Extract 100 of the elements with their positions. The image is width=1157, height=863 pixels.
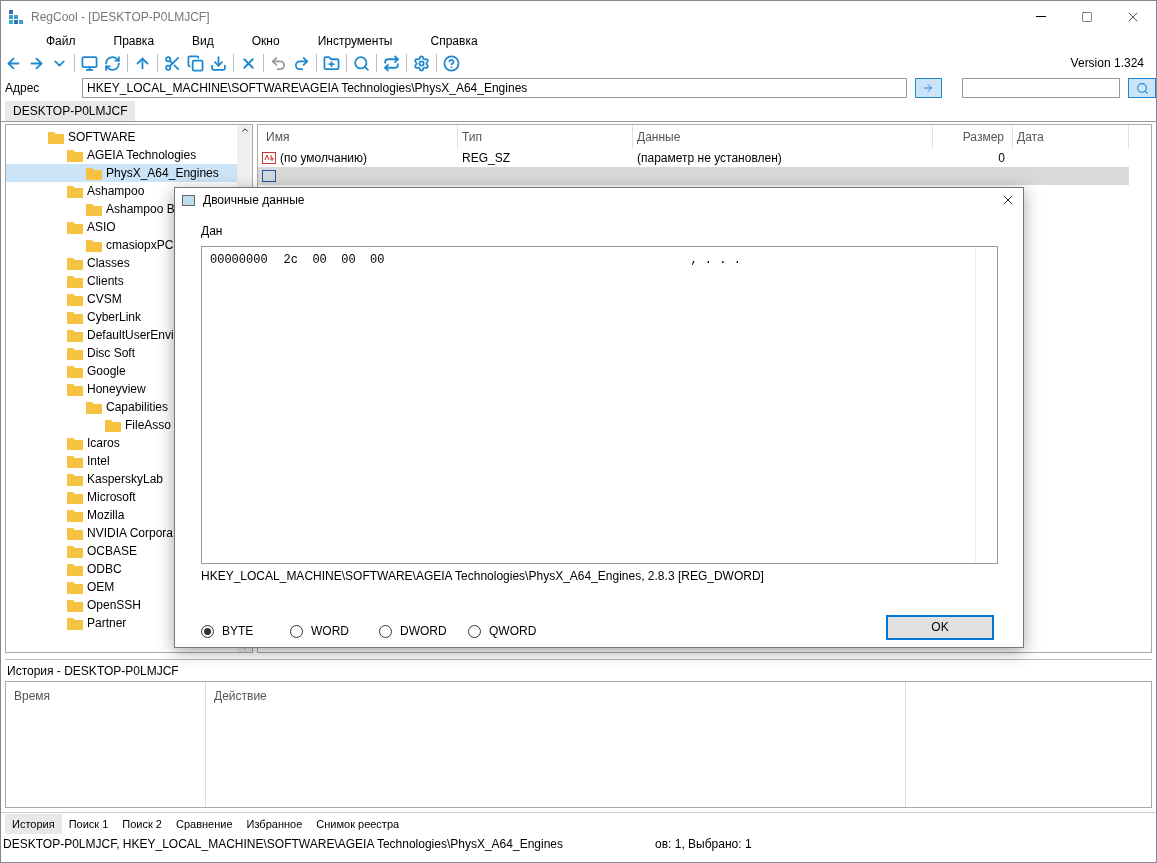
- bottom-tab[interactable]: Поиск 1: [61, 814, 116, 834]
- search-icon[interactable]: [353, 54, 370, 72]
- folder-icon: [67, 220, 83, 234]
- menu-item[interactable]: Вид: [192, 32, 214, 50]
- tree-item[interactable]: PhysX_A64_Engines: [6, 164, 237, 182]
- folder-icon: [67, 472, 83, 486]
- value-data: (параметр не установлен): [636, 150, 783, 167]
- computer-tab[interactable]: DESKTOP-P0LMJCF: [5, 101, 136, 121]
- menu-item[interactable]: Инструменты: [317, 32, 393, 50]
- ascii-text: , . . .: [690, 252, 741, 269]
- folder-icon: [86, 202, 102, 216]
- menu-item[interactable]: Правка: [113, 32, 155, 50]
- settings-icon[interactable]: [413, 54, 430, 72]
- sync-arrows-icon[interactable]: [383, 54, 400, 72]
- folder-icon: [67, 364, 83, 378]
- window-title: RegCool - [DESKTOP-P0LMJCF]: [31, 8, 210, 26]
- search-button[interactable]: [1128, 78, 1156, 98]
- folder-icon: [67, 454, 83, 468]
- status-path: DESKTOP-P0LMJCF, HKEY_LOCAL_MACHINE\SOFTWARE\AGEIA Technologies\PhysX_A64_Engines: [3, 836, 563, 853]
- column-header[interactable]: Имя: [258, 125, 458, 149]
- folder-icon: [67, 598, 83, 612]
- tree-item[interactable]: Icaros: [6, 434, 237, 452]
- dialog-title: Двоичные данные: [203, 192, 305, 209]
- folder-icon: [67, 310, 83, 324]
- address-field[interactable]: HKEY_LOCAL_MACHINE\SOFTWARE\AGEIA Technologies\PhysX_A64_Engines: [82, 78, 907, 98]
- tree-item[interactable]: NVIDIA Corpora: [6, 524, 237, 542]
- value-row[interactable]: (по умолчанию) REG_SZ (параметр не установлен) 0: [258, 149, 1129, 167]
- binary-value-icon: [262, 170, 276, 182]
- value-path: HKEY_LOCAL_MACHINE\SOFTWARE\AGEIA Technologies\PhysX_A64_Engines, 2.8.3 [REG_DWORD]: [201, 568, 765, 585]
- radio-option[interactable]: WORD: [290, 622, 379, 640]
- folder-icon: [86, 400, 102, 414]
- maximize-icon: [1081, 10, 1093, 23]
- scroll-up-icon[interactable]: [239, 125, 250, 135]
- column-header[interactable]: Тип: [458, 125, 633, 149]
- ok-button[interactable]: OK: [886, 614, 994, 640]
- folder-icon: [67, 184, 83, 198]
- download-icon[interactable]: [210, 54, 227, 72]
- bottom-tab[interactable]: Сравнение: [169, 814, 240, 834]
- folder-plus-icon[interactable]: [323, 54, 340, 72]
- search-icon: [1135, 81, 1149, 95]
- column-header[interactable]: Размер: [933, 125, 1013, 149]
- folder-icon: [105, 418, 121, 432]
- tree-item[interactable]: CVSM: [6, 290, 237, 308]
- column-header[interactable]: Дата: [1013, 125, 1129, 149]
- scissors-icon[interactable]: [164, 54, 181, 72]
- tree-item[interactable]: Disc Soft: [6, 344, 237, 362]
- value-name: (по умолчанию): [280, 150, 368, 167]
- string-value-icon: [262, 152, 276, 164]
- radio-option[interactable]: QWORD: [468, 622, 557, 640]
- menu-item[interactable]: Справка: [430, 32, 478, 50]
- tree-item[interactable]: KasperskyLab: [6, 470, 237, 488]
- folder-icon: [67, 256, 83, 270]
- tree-item[interactable]: Microsoft: [6, 488, 237, 506]
- folder-icon: [67, 274, 83, 288]
- bottom-tab[interactable]: История: [5, 814, 62, 834]
- tree-item[interactable]: FileAsso: [6, 416, 237, 434]
- refresh-icon[interactable]: [104, 54, 121, 72]
- folder-icon: [67, 346, 83, 360]
- hex-bytes: 2c 00 00 00: [283, 252, 385, 269]
- go-button[interactable]: [914, 78, 943, 98]
- help-icon[interactable]: [443, 54, 460, 72]
- monitor-icon[interactable]: [81, 54, 98, 72]
- redo-icon[interactable]: [293, 54, 310, 72]
- minimize-icon: [1036, 16, 1046, 17]
- undo-icon[interactable]: [270, 54, 287, 72]
- folder-icon: [67, 616, 83, 630]
- data-label: Дан: [201, 223, 224, 238]
- column-header[interactable]: Действие: [214, 689, 267, 703]
- app-logo-icon: [9, 9, 23, 24]
- radio-option[interactable]: DWORD: [379, 622, 468, 640]
- radio-option[interactable]: BYTE: [201, 622, 290, 640]
- column-header[interactable]: Данные: [633, 125, 933, 149]
- folder-icon: [67, 328, 83, 342]
- folder-icon: [67, 382, 83, 396]
- tree-item[interactable]: DefaultUserEnvi: [6, 326, 237, 344]
- tree-item[interactable]: Clients: [6, 272, 237, 290]
- folder-icon: [86, 166, 102, 180]
- tree-item[interactable]: Intel: [6, 452, 237, 470]
- tree-item[interactable]: SOFTWARE: [6, 128, 237, 146]
- bottom-tab[interactable]: Поиск 2: [115, 814, 169, 834]
- folder-icon: [67, 544, 83, 558]
- tree-item[interactable]: Honeyview: [6, 380, 237, 398]
- folder-icon: [67, 490, 83, 504]
- search-field[interactable]: [962, 78, 1121, 98]
- tree-item[interactable]: AGEIA Technologies: [6, 146, 237, 164]
- tree-item[interactable]: OCBASE: [6, 542, 237, 560]
- tree-item[interactable]: Capabilities: [6, 398, 237, 416]
- tree-item[interactable]: CyberLink: [6, 308, 237, 326]
- folder-icon: [67, 580, 83, 594]
- column-header[interactable]: Время: [14, 689, 51, 703]
- folder-icon: [67, 526, 83, 540]
- menu-item[interactable]: Файл: [46, 32, 76, 50]
- bottom-tab[interactable]: Снимок реестра: [309, 814, 407, 834]
- copy-icon[interactable]: [187, 54, 204, 72]
- value-size: 0: [997, 150, 1005, 167]
- bottom-tab[interactable]: Избранное: [239, 814, 310, 834]
- tree-item[interactable]: Google: [6, 362, 237, 380]
- tree-item[interactable]: Mozilla: [6, 506, 237, 524]
- menu-item[interactable]: Окно: [251, 32, 280, 50]
- tree-item[interactable]: OpenSSH: [6, 596, 237, 614]
